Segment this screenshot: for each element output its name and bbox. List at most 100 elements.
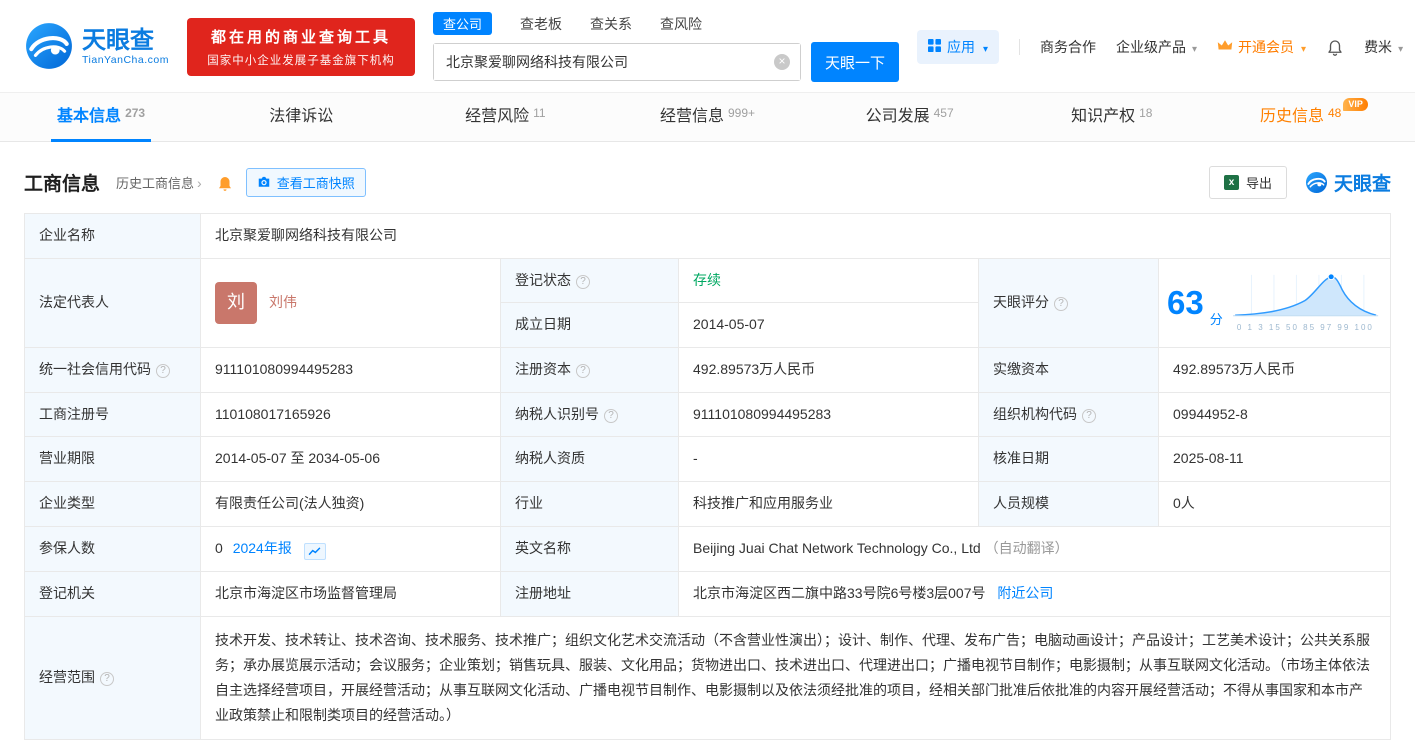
reg-number-label: 工商注册号 (24, 391, 201, 438)
taxpayer-quality-value: - (678, 436, 979, 483)
view-business-snapshot-button[interactable]: 查看工商快照 (245, 168, 366, 197)
history-business-info-link[interactable]: 历史工商信息 (116, 173, 202, 192)
label-text: 实缴资本 (993, 361, 1049, 378)
search-button[interactable]: 天眼一下 (810, 42, 899, 82)
menu-enterprise-label: 企业级产品 (1116, 39, 1186, 55)
help-icon[interactable] (1082, 408, 1096, 423)
top-header: 天眼查 TianYanCha.com 都在用的商业查询工具 国家中小企业发展子基… (0, 0, 1415, 92)
tab-intellectual-property[interactable]: 知识产权 18 (1011, 93, 1213, 141)
brand-domain: TianYanCha.com (82, 54, 169, 66)
industry-value: 科技推广和应用服务业 (678, 481, 979, 527)
tab-legal-proceedings[interactable]: 法律诉讼 (202, 93, 404, 141)
tab-business-info[interactable]: 经营信息 999+ (606, 93, 808, 141)
approval-date-value: 2025-08-11 (1158, 436, 1391, 483)
monitor-bell-icon[interactable] (216, 174, 234, 192)
row-business-scope: 经营范围 技术开发、技术转让、技术咨询、技术服务、技术推广；组织文化艺术交流活动… (24, 615, 1391, 741)
search-tab-boss[interactable]: 查老板 (520, 14, 562, 34)
business-term-label: 营业期限 (24, 436, 201, 483)
clear-search-icon[interactable] (773, 54, 790, 70)
help-icon[interactable] (100, 672, 114, 687)
search-area: 查公司 查老板 查关系 查风险 天眼一下 (432, 12, 899, 82)
chevron-down-icon (981, 39, 988, 55)
score-number: 63 (1167, 284, 1204, 322)
help-icon[interactable] (576, 364, 590, 379)
tab-count: 457 (933, 106, 954, 120)
annual-report-link[interactable]: 2024年报 (233, 540, 292, 556)
label-text: 经营范围 (39, 669, 95, 686)
crown-icon (1217, 39, 1233, 55)
watermark-label: 天眼查 (1333, 174, 1391, 195)
help-icon[interactable] (1054, 297, 1068, 312)
label-text: 登记机关 (39, 584, 95, 601)
apps-menu-label: 应用 (946, 39, 975, 55)
label-text: 企业名称 (39, 227, 95, 243)
label-text: 工商注册号 (39, 405, 109, 422)
menu-business-cooperation[interactable]: 商务合作 (1040, 37, 1096, 57)
company-type-value: 有限责任公司(法人独资) (200, 481, 501, 527)
tianyancha-logo-icon (24, 21, 74, 74)
tab-company-development[interactable]: 公司发展 457 (809, 93, 1011, 141)
taxpayer-id-label: 纳税人识别号 (500, 391, 679, 438)
label-text: 核准日期 (993, 450, 1049, 467)
trend-chart-icon[interactable] (303, 542, 326, 560)
legal-rep-value: 刘 刘伟 (200, 257, 501, 349)
label-text: 统一社会信用代码 (39, 361, 151, 378)
search-tab-company[interactable]: 查公司 (432, 12, 492, 35)
help-icon[interactable] (576, 274, 590, 289)
score-label: 天眼评分 (978, 257, 1159, 349)
legal-rep-label: 法定代表人 (24, 257, 201, 349)
open-vip-button[interactable]: 开通会员 (1217, 37, 1306, 57)
label-text: 纳税人资质 (515, 450, 585, 467)
taxpayer-quality-label: 纳税人资质 (500, 436, 679, 483)
tab-history-info[interactable]: 历史信息 48VIP (1213, 93, 1415, 141)
score-unit: 分 (1209, 312, 1223, 328)
business-term-value: 2014-05-07 至 2034-05-06 (200, 436, 501, 483)
logo-text: 天眼查 TianYanCha.com (82, 28, 169, 67)
apps-menu[interactable]: 应用 (916, 30, 999, 64)
business-scope-label: 经营范围 (24, 615, 201, 741)
legal-rep-link[interactable]: 刘伟 (269, 292, 297, 314)
legal-rep-avatar[interactable]: 刘 (215, 281, 257, 324)
company-nav-tabs: 基本信息 273 法律诉讼 经营风险 11 经营信息 999+ 公司发展 457 知识产… (0, 92, 1415, 142)
tab-basic-info[interactable]: 基本信息 273 (0, 93, 202, 141)
row-business-term: 营业期限 2014-05-07 至 2034-05-06 纳税人资质 - 核准日… (24, 436, 1391, 483)
org-code-value: 09944952-8 (1158, 391, 1391, 438)
tianyancha-watermark: 天眼查 (1305, 169, 1391, 196)
label-text: 成立日期 (515, 316, 571, 333)
notification-bell-icon[interactable] (1326, 38, 1344, 56)
english-name-text: Beijing Juai Chat Network Technology Co.… (693, 539, 981, 556)
section-title: 工商信息 (24, 174, 101, 195)
nearby-companies-link[interactable]: 附近公司 (997, 585, 1053, 601)
tab-label: 基本信息 (57, 108, 122, 125)
establish-date-value: 2014-05-07 (678, 302, 979, 349)
search-tab-relation[interactable]: 查关系 (590, 14, 632, 34)
export-button[interactable]: 导出 (1208, 166, 1287, 199)
promo-banner: 都在用的商业查询工具 国家中小企业发展子基金旗下机构 (186, 18, 415, 76)
tab-label: 经营信息 (659, 108, 724, 125)
tab-count: 273 (125, 106, 146, 120)
row-insured: 参保人数 0 2024年报 英文名称 Beijing Juai Chat Net… (24, 525, 1391, 572)
score-distribution-chart: 0 1 3 15 50 85 97 99 100 (1229, 271, 1382, 334)
business-info-table: 企业名称 北京聚爱聊网络科技有限公司 法定代表人 刘 刘伟 登记状态 存续 天眼… (24, 213, 1391, 741)
reg-address-value: 北京市海淀区西二旗中路33号院6号楼3层007号 附近公司 (678, 570, 1391, 617)
export-button-label: 导出 (1245, 176, 1272, 191)
snapshot-button-label: 查看工商快照 (276, 176, 355, 191)
staff-size-label: 人员规模 (978, 481, 1159, 527)
label-text: 英文名称 (515, 539, 571, 556)
score-value: 63 分 0 1 3 15 50 85 97 99 100 (1158, 257, 1391, 349)
help-icon[interactable] (604, 408, 618, 423)
tab-count: 18 (1139, 106, 1153, 120)
reg-authority-value: 北京市海淀区市场监督管理局 (200, 570, 501, 617)
menu-enterprise-products[interactable]: 企业级产品 (1116, 37, 1197, 57)
search-input[interactable] (433, 44, 800, 80)
search-tab-risk[interactable]: 查风险 (660, 14, 702, 34)
label-text: 登记状态 (515, 271, 571, 288)
user-name: 费米 (1364, 39, 1393, 55)
help-icon[interactable] (156, 364, 170, 379)
chevron-down-icon (1299, 39, 1306, 55)
tianyancha-logo[interactable]: 天眼查 TianYanCha.com (24, 21, 169, 74)
tab-business-risk[interactable]: 经营风险 11 (404, 93, 606, 141)
open-vip-label: 开通会员 (1238, 39, 1295, 55)
paid-capital-value: 492.89573万人民币 (1158, 347, 1391, 393)
user-menu[interactable]: 费米 (1364, 37, 1403, 57)
